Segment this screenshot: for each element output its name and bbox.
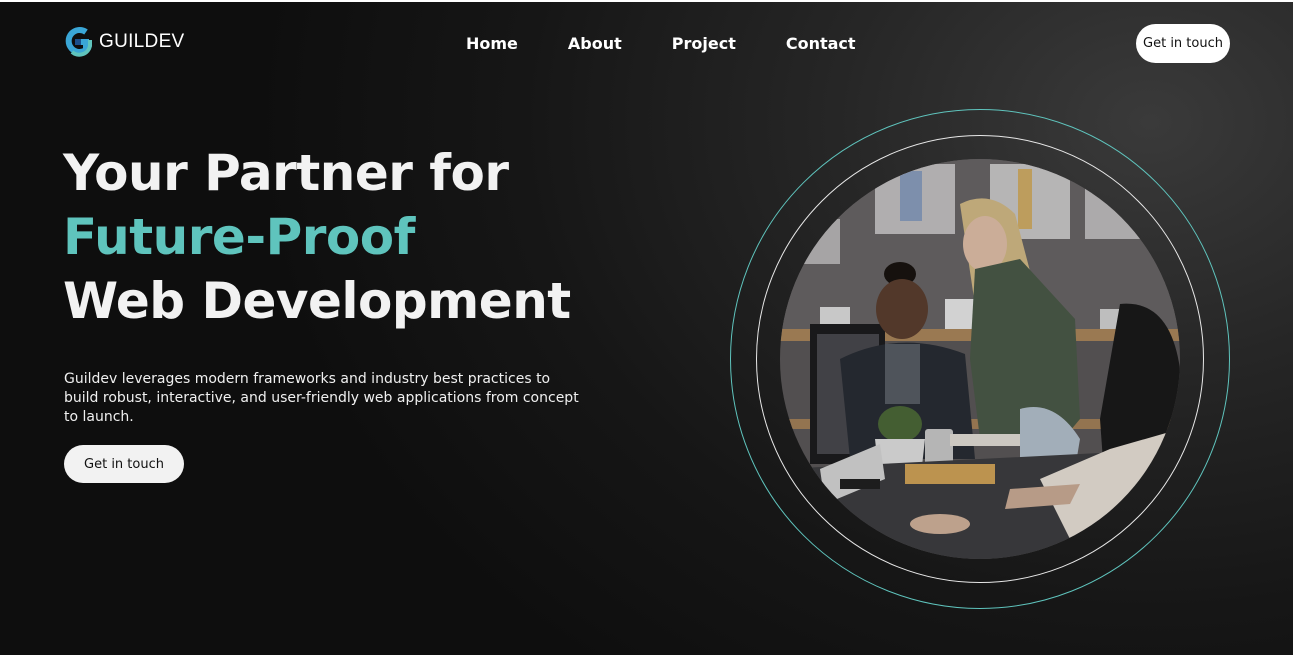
nav-item-about[interactable]: About — [568, 34, 622, 53]
nav-item-contact[interactable]: Contact — [786, 34, 856, 53]
team-working-at-desks-photo — [780, 159, 1180, 559]
brand-logo[interactable]: GUILDEV — [64, 26, 185, 58]
hero-title-line-1: Your Partner for — [63, 144, 509, 202]
guildev-logo-icon — [65, 27, 92, 57]
nav-item-project[interactable]: Project — [672, 34, 736, 53]
hero-get-in-touch-button[interactable]: Get in touch — [64, 445, 184, 483]
hero-title-line-3: Web Development — [63, 272, 571, 330]
nav-item-home[interactable]: Home — [466, 34, 518, 53]
main-nav: Home About Project Contact — [466, 34, 856, 53]
header-get-in-touch-button[interactable]: Get in touch — [1136, 24, 1230, 63]
hero-page: GUILDEV Home About Project Contact Get i… — [0, 2, 1293, 655]
brand-name: GUILDEV — [99, 31, 185, 52]
hero-description: Guildev leverages modern frameworks and … — [64, 371, 579, 425]
hero-title: Your Partner for Future-Proof Web Develo… — [63, 141, 571, 333]
hero-title-accent: Future-Proof — [63, 208, 415, 266]
